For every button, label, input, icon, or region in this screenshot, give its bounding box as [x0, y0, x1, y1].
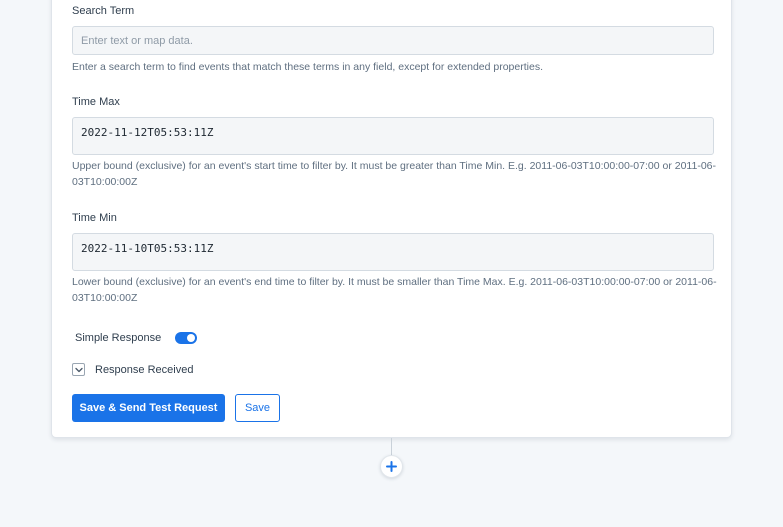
time-max-input[interactable]: 2022-11-12T05:53:11Z [72, 117, 714, 155]
time-min-input[interactable]: 2022-11-10T05:53:11Z [72, 233, 714, 271]
search-term-label: Search Term [72, 5, 135, 17]
search-term-help: Enter a search term to find events that … [72, 61, 543, 73]
time-min-help: Lower bound (exclusive) for an event's e… [72, 276, 717, 304]
save-send-test-request-button[interactable]: Save & Send Test Request [72, 394, 225, 422]
time-max-help: Upper bound (exclusive) for an event's s… [72, 160, 717, 188]
simple-response-toggle[interactable] [175, 332, 198, 344]
step-connector-line [391, 438, 392, 455]
plus-icon [386, 461, 397, 472]
response-received-label: Response Received [95, 363, 194, 376]
add-step-button[interactable] [380, 455, 403, 478]
save-button[interactable]: Save [235, 394, 280, 422]
chevron-down-icon[interactable] [72, 363, 85, 376]
response-received-row[interactable]: Response Received [72, 363, 193, 376]
time-min-label: Time Min [72, 212, 117, 224]
search-term-input[interactable]: Enter text or map data. [72, 26, 714, 55]
time-max-label: Time Max [72, 96, 120, 108]
simple-response-row: Simple Response [75, 332, 198, 344]
simple-response-label: Simple Response [75, 332, 162, 344]
step-config-card: Search Term Enter text or map data. Ente… [51, 0, 732, 438]
